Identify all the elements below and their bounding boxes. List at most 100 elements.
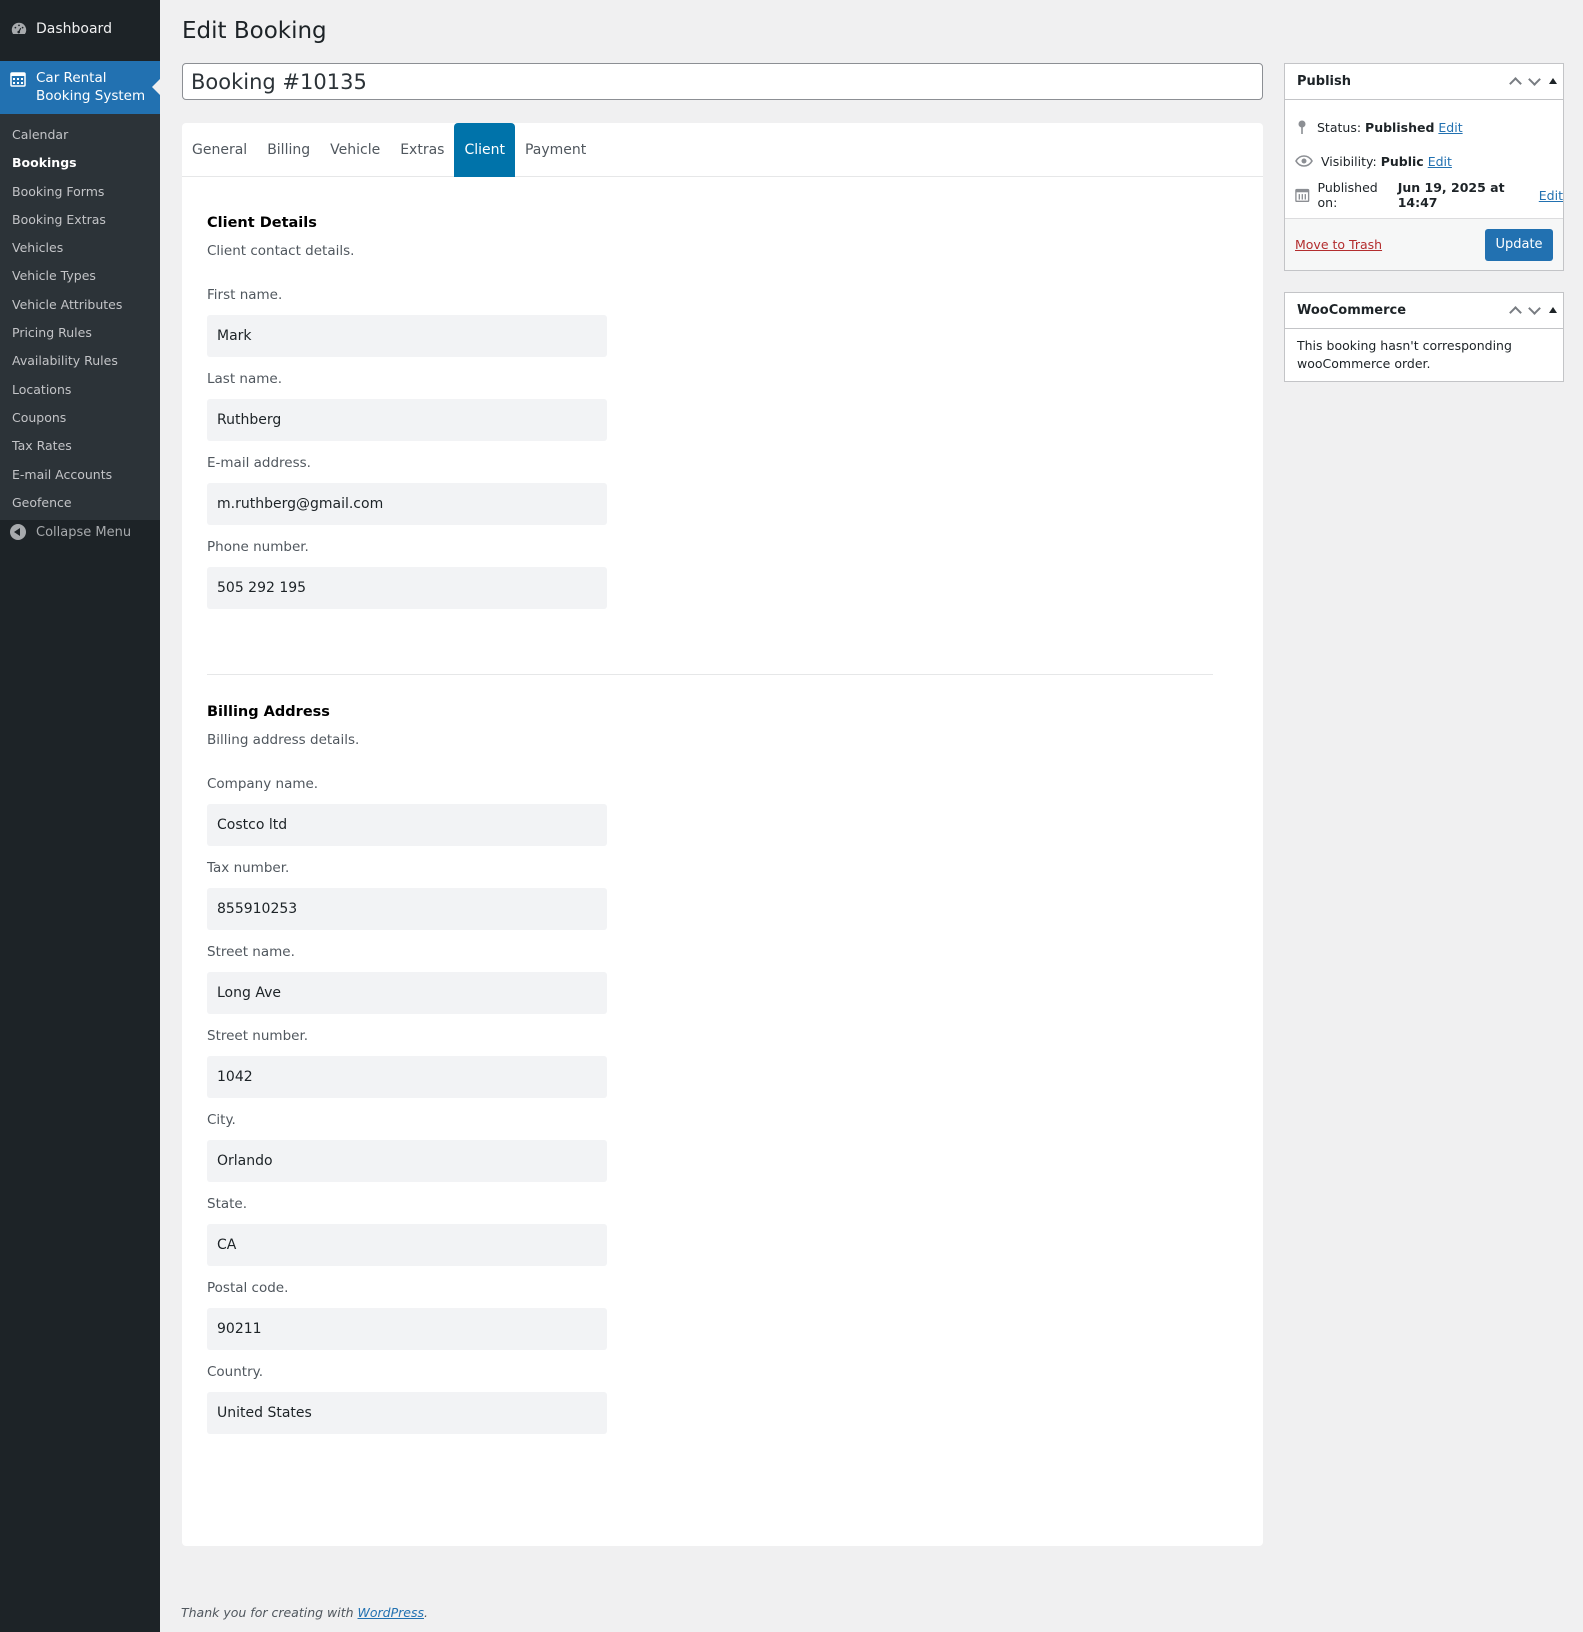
last-name-input[interactable]: [207, 399, 607, 441]
collapse-icon: [10, 524, 26, 540]
client-details-title: Client Details: [207, 215, 317, 231]
tab-extras[interactable]: Extras: [390, 123, 454, 177]
first-name-field: First name.: [207, 287, 1213, 357]
street-number-input[interactable]: [207, 1056, 607, 1098]
eye-icon: [1295, 155, 1313, 167]
publish-box-header: Publish: [1285, 64, 1563, 100]
page-title: Edit Booking: [182, 18, 327, 44]
wordpress-link[interactable]: WordPress: [358, 1605, 424, 1620]
move-to-trash-link[interactable]: Move to Trash: [1295, 237, 1382, 252]
state-input[interactable]: [207, 1224, 607, 1266]
collapse-label: Collapse Menu: [36, 524, 132, 540]
state-label: State.: [207, 1196, 248, 1212]
footer-text: Thank you for creating with: [181, 1605, 358, 1620]
submenu-item-vehicle-attributes[interactable]: Vehicle Attributes: [0, 291, 160, 319]
move-down-icon[interactable]: [1528, 302, 1541, 315]
city-input[interactable]: [207, 1140, 607, 1182]
billing-address-section: Billing Address Billing address details.…: [207, 704, 1213, 1448]
booking-panel: General Billing Vehicle Extras Client Pa…: [182, 123, 1263, 1546]
collapse-menu-button[interactable]: Collapse Menu: [10, 524, 131, 540]
pin-icon: [1298, 120, 1306, 134]
menu-item-dashboard[interactable]: Dashboard: [0, 0, 160, 58]
city-field: City.: [207, 1112, 1213, 1182]
street-name-field: Street name.: [207, 944, 1213, 1014]
woocommerce-box-controls: [1501, 302, 1557, 319]
submenu: Calendar Bookings Booking Forms Booking …: [0, 114, 160, 520]
tab-bar: General Billing Vehicle Extras Client Pa…: [182, 123, 1263, 177]
submenu-item-bookings[interactable]: Bookings: [0, 149, 160, 177]
status-value: Published: [1365, 119, 1435, 135]
menu-label-dashboard: Dashboard: [36, 21, 112, 37]
submenu-item-booking-forms[interactable]: Booking Forms: [0, 178, 160, 206]
first-name-input[interactable]: [207, 315, 607, 357]
submenu-item-calendar[interactable]: Calendar: [0, 121, 160, 149]
submenu-item-email-accounts[interactable]: E-mail Accounts: [0, 461, 160, 489]
status-row: Status: Published Edit: [1285, 110, 1563, 144]
woocommerce-box-title: WooCommerce: [1297, 303, 1407, 318]
published-on-edit-link[interactable]: Edit: [1539, 188, 1563, 203]
billing-address-title: Billing Address: [207, 704, 330, 720]
email-field: E-mail address.: [207, 455, 1213, 525]
menu-label-car-rental-1: Car Rental: [36, 70, 107, 86]
company-name-input[interactable]: [207, 804, 607, 846]
submenu-item-booking-extras[interactable]: Booking Extras: [0, 206, 160, 234]
submenu-item-pricing-rules[interactable]: Pricing Rules: [0, 319, 160, 347]
submenu-item-tax-rates[interactable]: Tax Rates: [0, 432, 160, 460]
move-down-icon[interactable]: [1528, 73, 1541, 86]
postal-code-input[interactable]: [207, 1308, 607, 1350]
publish-box: Publish Status: Published Edit Visibilit…: [1284, 63, 1564, 271]
phone-field: Phone number.: [207, 539, 1213, 609]
publish-box-title: Publish: [1297, 74, 1351, 89]
update-button[interactable]: Update: [1485, 229, 1553, 261]
publish-box-body: Status: Published Edit Visibility: Publi…: [1285, 100, 1563, 218]
submenu-item-coupons[interactable]: Coupons: [0, 404, 160, 432]
visibility-edit-link[interactable]: Edit: [1428, 154, 1452, 169]
street-number-field: Street number.: [207, 1028, 1213, 1098]
submenu-item-vehicle-types[interactable]: Vehicle Types: [0, 262, 160, 290]
submenu-item-vehicles[interactable]: Vehicles: [0, 234, 160, 262]
publish-box-controls: [1501, 73, 1557, 90]
current-menu-arrow: [152, 79, 160, 95]
company-name-field: Company name.: [207, 776, 1213, 846]
last-name-label: Last name.: [207, 371, 282, 387]
submenu-item-geofence[interactable]: Geofence: [0, 489, 160, 517]
menu-item-car-rental[interactable]: Car Rental Booking System: [0, 61, 160, 114]
booking-title-input[interactable]: [182, 63, 1263, 100]
visibility-value: Public: [1380, 153, 1424, 169]
woocommerce-box: WooCommerce This booking hasn't correspo…: [1284, 292, 1564, 382]
tab-client[interactable]: Client: [454, 123, 515, 177]
submenu-item-locations[interactable]: Locations: [0, 376, 160, 404]
tab-general[interactable]: General: [182, 123, 257, 177]
street-name-input[interactable]: [207, 972, 607, 1014]
email-input[interactable]: [207, 483, 607, 525]
city-label: City.: [207, 1112, 236, 1128]
tax-number-input[interactable]: [207, 888, 607, 930]
email-label: E-mail address.: [207, 455, 311, 471]
calendar-icon: [10, 72, 26, 87]
admin-footer: Thank you for creating with WordPress.: [181, 1605, 428, 1620]
woocommerce-box-header: WooCommerce: [1285, 293, 1563, 329]
menu-label-car-rental-2: Booking System: [36, 88, 146, 104]
tax-number-field: Tax number.: [207, 860, 1213, 930]
client-details-description: Client contact details.: [207, 243, 355, 259]
visibility-row: Visibility: Public Edit: [1285, 144, 1563, 178]
submenu-item-availability-rules[interactable]: Availability Rules: [0, 347, 160, 375]
last-name-field: Last name.: [207, 371, 1213, 441]
toggle-panel-icon[interactable]: [1549, 307, 1557, 313]
street-name-label: Street name.: [207, 944, 295, 960]
status-label: Status:: [1317, 119, 1362, 135]
calendar-icon: [1295, 188, 1310, 203]
status-edit-link[interactable]: Edit: [1438, 120, 1462, 135]
move-up-icon[interactable]: [1509, 306, 1522, 319]
phone-input[interactable]: [207, 567, 607, 609]
tab-vehicle[interactable]: Vehicle: [320, 123, 390, 177]
admin-sidebar: Dashboard Car Rental Booking System Cale…: [0, 0, 160, 1632]
tab-payment[interactable]: Payment: [515, 123, 596, 177]
visibility-label: Visibility:: [1321, 153, 1377, 169]
move-up-icon[interactable]: [1509, 77, 1522, 90]
street-number-label: Street number.: [207, 1028, 309, 1044]
toggle-panel-icon[interactable]: [1549, 78, 1557, 84]
tab-billing[interactable]: Billing: [257, 123, 320, 177]
company-name-label: Company name.: [207, 776, 319, 792]
country-input[interactable]: [207, 1392, 607, 1434]
